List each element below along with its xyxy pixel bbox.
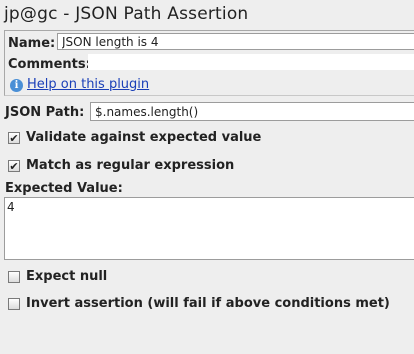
name-input[interactable]: [57, 33, 414, 50]
help-link[interactable]: Help on this plugin: [27, 77, 149, 92]
invert-checkbox-label: Invert assertion (will fail if above con…: [26, 296, 390, 311]
comments-label: Comments:: [8, 57, 91, 72]
expected-value-textarea[interactable]: 4: [4, 197, 414, 260]
json-path-label: JSON Path:: [5, 105, 85, 120]
validate-checkbox-label: Validate against expected value: [26, 130, 262, 145]
invert-checkbox[interactable]: [8, 298, 20, 310]
json-path-input[interactable]: [90, 102, 414, 121]
name-label: Name:: [8, 36, 56, 51]
expect-null-checkbox-label: Expect null: [26, 269, 108, 284]
expected-value-label: Expected Value:: [5, 181, 123, 196]
comments-input[interactable]: [88, 54, 414, 70]
info-icon: i: [10, 79, 23, 92]
panel-title: jp@gc - JSON Path Assertion: [4, 4, 249, 24]
regex-checkbox-label: Match as regular expression: [26, 158, 235, 173]
name-comments-panel: Name: Comments: i Help on this plugin: [4, 30, 414, 96]
validate-checkbox[interactable]: ✔: [8, 132, 20, 144]
regex-checkbox[interactable]: ✔: [8, 160, 20, 172]
expect-null-checkbox[interactable]: [8, 271, 20, 283]
